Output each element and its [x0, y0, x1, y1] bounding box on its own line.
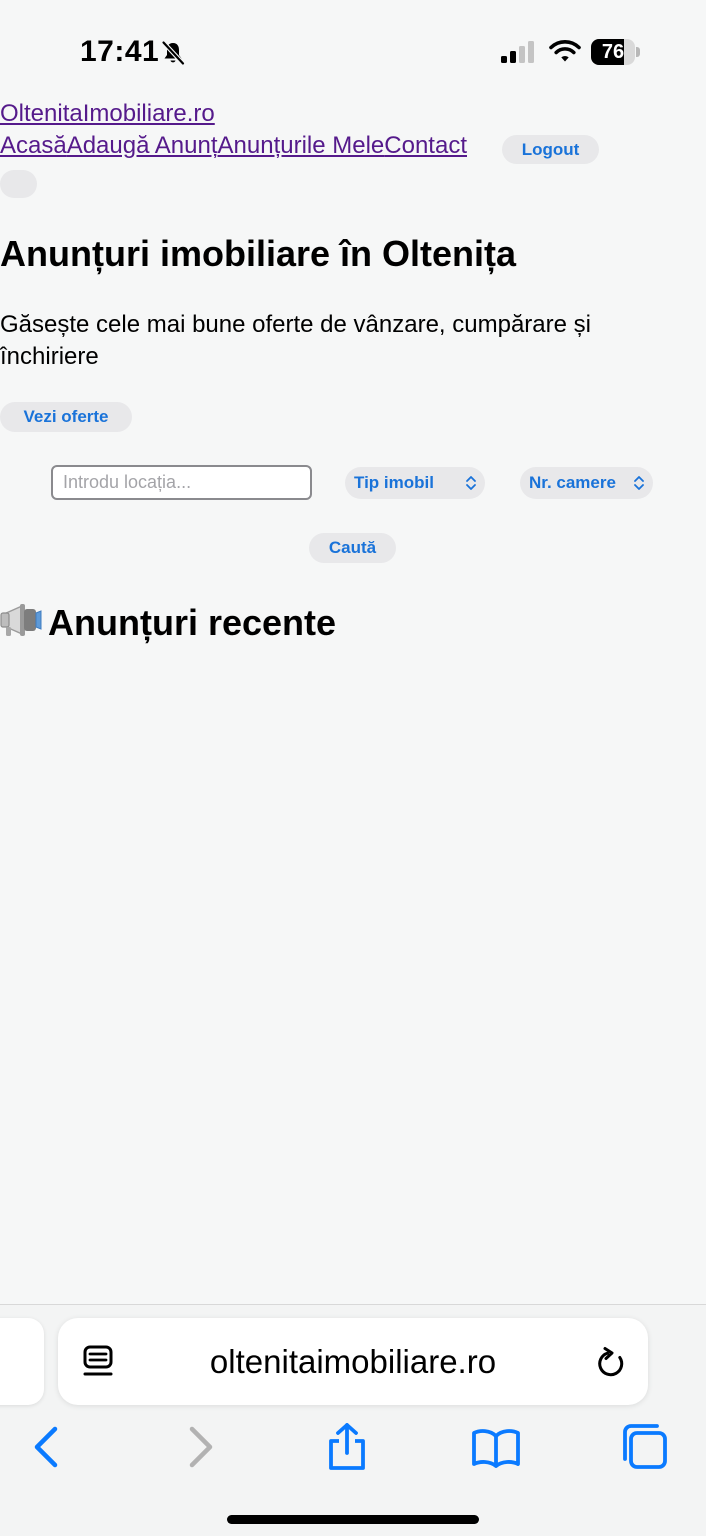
property-type-select[interactable]: Tip imobil: [345, 467, 485, 499]
site-logo-link[interactable]: OltenitaImobiliare.ro: [0, 100, 215, 128]
previous-tab-card[interactable]: [0, 1318, 44, 1405]
logout-button[interactable]: Logout: [502, 135, 599, 164]
page-menu-icon[interactable]: [82, 1344, 114, 1380]
battery-level: 76: [601, 41, 625, 63]
screen: 17:41 76 OltenitaImobiliare.ro AcasăAdau…: [0, 0, 706, 1536]
search-button[interactable]: Caută: [309, 533, 396, 563]
url-text[interactable]: oltenitaimobiliare.ro: [138, 1318, 568, 1405]
nav-link-home[interactable]: Acasă: [0, 132, 67, 159]
wifi-icon: [549, 40, 581, 62]
share-icon[interactable]: [322, 1422, 372, 1472]
forward-icon[interactable]: [175, 1422, 225, 1472]
rooms-select-label: Nr. camere: [529, 473, 616, 492]
recent-listings-title: Anunțuri recente: [48, 602, 337, 643]
battery-body: 76: [591, 39, 635, 65]
home-indicator: [227, 1515, 479, 1524]
battery-icon: 76: [591, 39, 641, 65]
chevron-up-down-icon: [634, 476, 644, 490]
address-bar[interactable]: oltenitaimobiliare.ro: [58, 1318, 648, 1405]
tabs-icon[interactable]: [620, 1422, 670, 1472]
location-input[interactable]: [51, 465, 312, 500]
back-icon[interactable]: [22, 1422, 72, 1472]
nav-link-add-listing[interactable]: Adaugă Anunț: [67, 132, 218, 159]
main-nav: AcasăAdaugă AnunțAnunțurile MeleContact: [0, 132, 467, 164]
property-type-select-label: Tip imobil: [354, 473, 434, 492]
megaphone-icon: [0, 604, 42, 636]
chevron-up-down-icon: [466, 476, 476, 490]
status-bar: 17:41 76: [0, 0, 706, 104]
reload-icon[interactable]: [595, 1346, 627, 1380]
bell-slash-icon: [161, 40, 186, 66]
recent-listings-heading: Anunțuri recente: [0, 601, 336, 644]
status-time: 17:41: [80, 35, 160, 68]
hero-subtitle: Găsește cele mai bune oferte de vânzare,…: [0, 311, 591, 370]
nav-link-my-listings[interactable]: Anunțurile Mele: [218, 132, 385, 159]
rooms-select[interactable]: Nr. camere: [520, 467, 653, 499]
safari-toolbar: oltenitaimobiliare.ro: [0, 1304, 706, 1536]
hero-title: Anunțuri imobiliare în Oltenița: [0, 233, 517, 274]
cellular-signal-icon: [501, 41, 534, 63]
bookmarks-icon[interactable]: [471, 1422, 521, 1472]
nav-link-contact[interactable]: Contact: [384, 132, 467, 159]
unlabeled-button[interactable]: [0, 170, 37, 198]
view-offers-button[interactable]: Vezi oferte: [0, 402, 132, 432]
battery-cap: [636, 47, 640, 57]
